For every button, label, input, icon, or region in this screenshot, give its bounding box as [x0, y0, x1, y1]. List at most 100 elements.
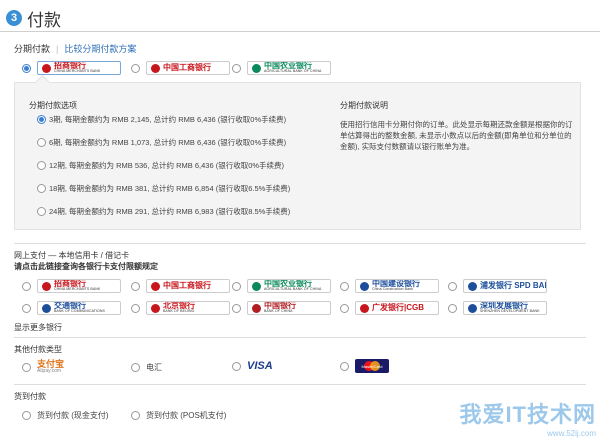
installment-option-label: 18期, 每期金额约为 RMB 381, 总计约 RMB 6,854 (银行收取…	[49, 184, 291, 193]
online-bank-option-radio[interactable]	[232, 281, 241, 291]
installment-bank-option-radio[interactable]	[131, 63, 140, 73]
watermark-url: www.52ij.com	[547, 429, 596, 438]
bank-name: 浦发银行 SPD BANK	[480, 281, 546, 290]
online-bank-option[interactable]: 招商银行 CHINA MERCHANTS BANK	[22, 279, 121, 293]
installment-options-panel: 分期付款选项 3期, 每期金额约为 RMB 2,145, 总计约 RMB 6,4…	[14, 74, 581, 230]
visa-logo: VISA	[247, 360, 273, 372]
online-bank-option[interactable]: 广发银行|CGB	[340, 301, 439, 315]
online-bank-option[interactable]: 中国建设银行 China Construction Bank	[340, 279, 439, 293]
online-bank-option[interactable]: 北京银行 BANK OF BEIJING	[131, 301, 230, 315]
online-bank-option-radio[interactable]	[448, 281, 457, 291]
online-bank-option-logo: 中国建设银行 China Construction Bank	[355, 279, 439, 293]
visa-radio[interactable]	[232, 361, 241, 371]
online-bank-option-radio[interactable]	[448, 303, 457, 313]
installment-description: 使用招行信用卡分期付你的订单。此处显示每期还款金额是根据你的订单估算得出的整数金…	[340, 120, 573, 151]
online-bank-option[interactable]: 中国工商银行	[131, 279, 230, 293]
bank-name-en: CHINA MERCHANTS BANK	[54, 287, 101, 292]
divider	[14, 243, 586, 244]
installment-option-radio[interactable]	[37, 115, 46, 124]
bank-name-en: BANK OF BEIJING	[163, 309, 195, 314]
other-payment-title: 其他付款类型	[14, 345, 62, 354]
installment-option-radio[interactable]	[37, 138, 46, 147]
online-bank-option[interactable]: 中国农业银行 AGRICULTURAL BANK OF CHINA	[232, 279, 331, 293]
mastercard-radio[interactable]	[340, 361, 349, 371]
mastercard-option[interactable]: MasterCard	[340, 359, 389, 373]
online-bank-option[interactable]: 交通银行 BANK OF COMMUNICATIONS	[22, 301, 121, 315]
bank-name-en: BANK OF COMMUNICATIONS	[54, 309, 105, 314]
separator: |	[56, 43, 59, 54]
limit-rules-link[interactable]: 请点击此链接查询各银行卡支付限额规定	[14, 261, 158, 272]
installment-option-label: 6期, 每期金额约为 RMB 1,073, 总计约 RMB 6,436 (银行收…	[49, 138, 287, 147]
online-bank-option-radio[interactable]	[22, 303, 31, 313]
installment-option-radio[interactable]	[37, 184, 46, 193]
installment-label: 分期付款	[14, 44, 51, 54]
online-bank-option-radio[interactable]	[131, 281, 140, 291]
online-bank-option[interactable]: 中国银行 BANK OF CHINA	[232, 301, 331, 315]
wire-transfer-label: 电汇	[146, 363, 162, 372]
online-bank-option-logo: 中国银行 BANK OF CHINA	[247, 301, 331, 315]
installment-option-radio[interactable]	[37, 161, 46, 170]
bank-name: 中国工商银行	[163, 281, 211, 290]
online-bank-option-radio[interactable]	[340, 281, 349, 291]
section-header: 3 付款	[6, 6, 61, 30]
bank-logo-icon	[151, 281, 160, 291]
page-title: 付款	[27, 10, 61, 30]
online-bank-option[interactable]: 浦发银行 SPD BANK	[448, 279, 547, 293]
visa-option[interactable]: VISA	[232, 360, 273, 372]
installment-option[interactable]: 18期, 每期金额约为 RMB 381, 总计约 RMB 6,854 (银行收取…	[37, 183, 322, 194]
cod-pos-option[interactable]: 货到付款 (POS机支付)	[131, 410, 226, 421]
installment-bank-option[interactable]: 中国农业银行 AGRICULTURAL BANK OF CHINA	[232, 61, 331, 75]
cod-cash-label: 货到付款 (现金支付)	[37, 411, 109, 420]
online-bank-option-logo: 中国工商银行	[146, 279, 230, 293]
online-bank-option-logo: 广发银行|CGB	[355, 301, 439, 315]
bank-name-en: China Construction Bank	[372, 287, 414, 292]
wire-transfer-radio[interactable]	[131, 363, 140, 372]
online-bank-option-radio[interactable]	[340, 303, 349, 313]
online-bank-option-radio[interactable]	[22, 281, 31, 291]
bank-name-en: AGRICULTURAL BANK OF CHINA	[264, 69, 322, 74]
show-more-banks-link[interactable]: 显示更多银行	[14, 322, 62, 333]
bank-name: 广发银行|CGB	[372, 303, 425, 312]
cod-cash-radio[interactable]	[22, 411, 31, 420]
online-bank-option-logo: 浦发银行 SPD BANK	[463, 279, 547, 293]
installment-bank-option-radio[interactable]	[22, 63, 31, 73]
installment-option[interactable]: 12期, 每期金额约为 RMB 536, 总计约 RMB 6,436 (银行收取…	[37, 160, 322, 171]
installment-bank-option-radio[interactable]	[232, 63, 241, 73]
panel-pointer	[34, 74, 51, 91]
watermark-text: 我爱IT技术网	[459, 402, 596, 427]
installment-bank-option-logo: 中国农业银行 AGRICULTURAL BANK OF CHINA	[247, 61, 331, 75]
online-bank-option-logo: 交通银行 BANK OF COMMUNICATIONS	[37, 301, 121, 315]
installment-option-label: 24期, 每期金额约为 RMB 291, 总计约 RMB 6,983 (银行收取…	[49, 207, 291, 216]
bank-logo-icon	[252, 63, 261, 73]
installment-option-radio[interactable]	[37, 207, 46, 216]
wire-transfer-option[interactable]: 电汇	[131, 362, 162, 373]
cod-title: 货到付款	[14, 392, 46, 401]
installment-option-label: 12期, 每期金额约为 RMB 536, 总计约 RMB 6,436 (银行收取…	[49, 161, 285, 170]
bank-logo-icon	[42, 281, 51, 291]
divider	[14, 384, 586, 385]
bank-logo-icon	[151, 303, 160, 313]
alipay-radio[interactable]	[22, 362, 31, 372]
bank-logo-icon	[151, 63, 160, 73]
online-bank-option-radio[interactable]	[131, 303, 140, 313]
mastercard-logo: MasterCard	[355, 359, 389, 373]
installment-bank-option[interactable]: 中国工商银行	[131, 61, 230, 75]
cod-cash-option[interactable]: 货到付款 (现金支付)	[22, 410, 109, 421]
installment-option[interactable]: 3期, 每期金额约为 RMB 2,145, 总计约 RMB 6,436 (银行收…	[37, 114, 322, 125]
online-bank-option-logo: 招商银行 CHINA MERCHANTS BANK	[37, 279, 121, 293]
options-title: 分期付款选项	[29, 101, 77, 110]
installment-bank-option-logo: 中国工商银行	[146, 61, 230, 75]
installment-option[interactable]: 6期, 每期金额约为 RMB 1,073, 总计约 RMB 6,436 (银行收…	[37, 137, 322, 148]
alipay-option[interactable]: 支付宝 Alipay.com	[22, 360, 64, 374]
online-bank-option-logo: 中国农业银行 AGRICULTURAL BANK OF CHINA	[247, 279, 331, 293]
online-bank-option-radio[interactable]	[232, 303, 241, 313]
installment-bank-option[interactable]: 招商银行 CHINA MERCHANTS BANK	[22, 61, 121, 75]
bank-logo-icon	[468, 281, 477, 291]
bank-name-en: CHINA MERCHANTS BANK	[54, 69, 101, 74]
cod-pos-label: 货到付款 (POS机支付)	[146, 411, 227, 420]
cod-pos-radio[interactable]	[131, 411, 140, 420]
compare-plans-link[interactable]: 比较分期付款方案	[64, 42, 136, 55]
installment-option[interactable]: 24期, 每期金额约为 RMB 291, 总计约 RMB 6,983 (银行收取…	[37, 206, 322, 217]
online-bank-option[interactable]: 深圳发展银行 SHENZHEN DEVELOPMENT BANK	[448, 301, 547, 315]
installment-option-label: 3期, 每期金额约为 RMB 2,145, 总计约 RMB 6,436 (银行收…	[49, 115, 287, 124]
